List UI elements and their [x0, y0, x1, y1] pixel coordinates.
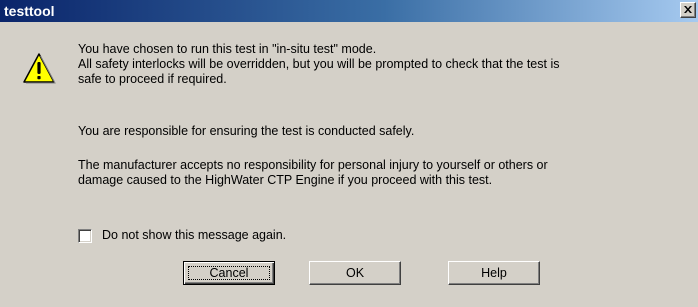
message-line: damage caused to the HighWater CTP Engin…	[78, 173, 493, 187]
dialog-window: testtool You have chosen to run this tes…	[0, 0, 698, 307]
cancel-button[interactable]: Cancel	[183, 261, 275, 285]
close-button[interactable]	[680, 2, 696, 18]
message-line: safe to proceed if required.	[78, 72, 227, 86]
cancel-label: Cancel	[209, 265, 249, 280]
message-line: All safety interlocks will be overridden…	[78, 57, 560, 71]
help-button[interactable]: Help	[448, 261, 540, 285]
dont-show-again-label[interactable]: Do not show this message again.	[102, 228, 286, 243]
title-bar[interactable]: testtool	[0, 0, 698, 22]
close-icon	[684, 6, 692, 13]
ok-label: OK	[345, 265, 365, 280]
dont-show-again-checkbox[interactable]	[78, 229, 92, 243]
warning-icon	[23, 53, 56, 84]
help-label: Help	[481, 265, 507, 280]
ok-button[interactable]: OK	[309, 261, 401, 285]
message-line: The manufacturer accepts no responsibili…	[78, 158, 548, 172]
window-title: testtool	[4, 3, 55, 19]
message-line: You are responsible for ensuring the tes…	[78, 124, 415, 138]
message-line: You have chosen to run this test in "in-…	[78, 42, 377, 56]
